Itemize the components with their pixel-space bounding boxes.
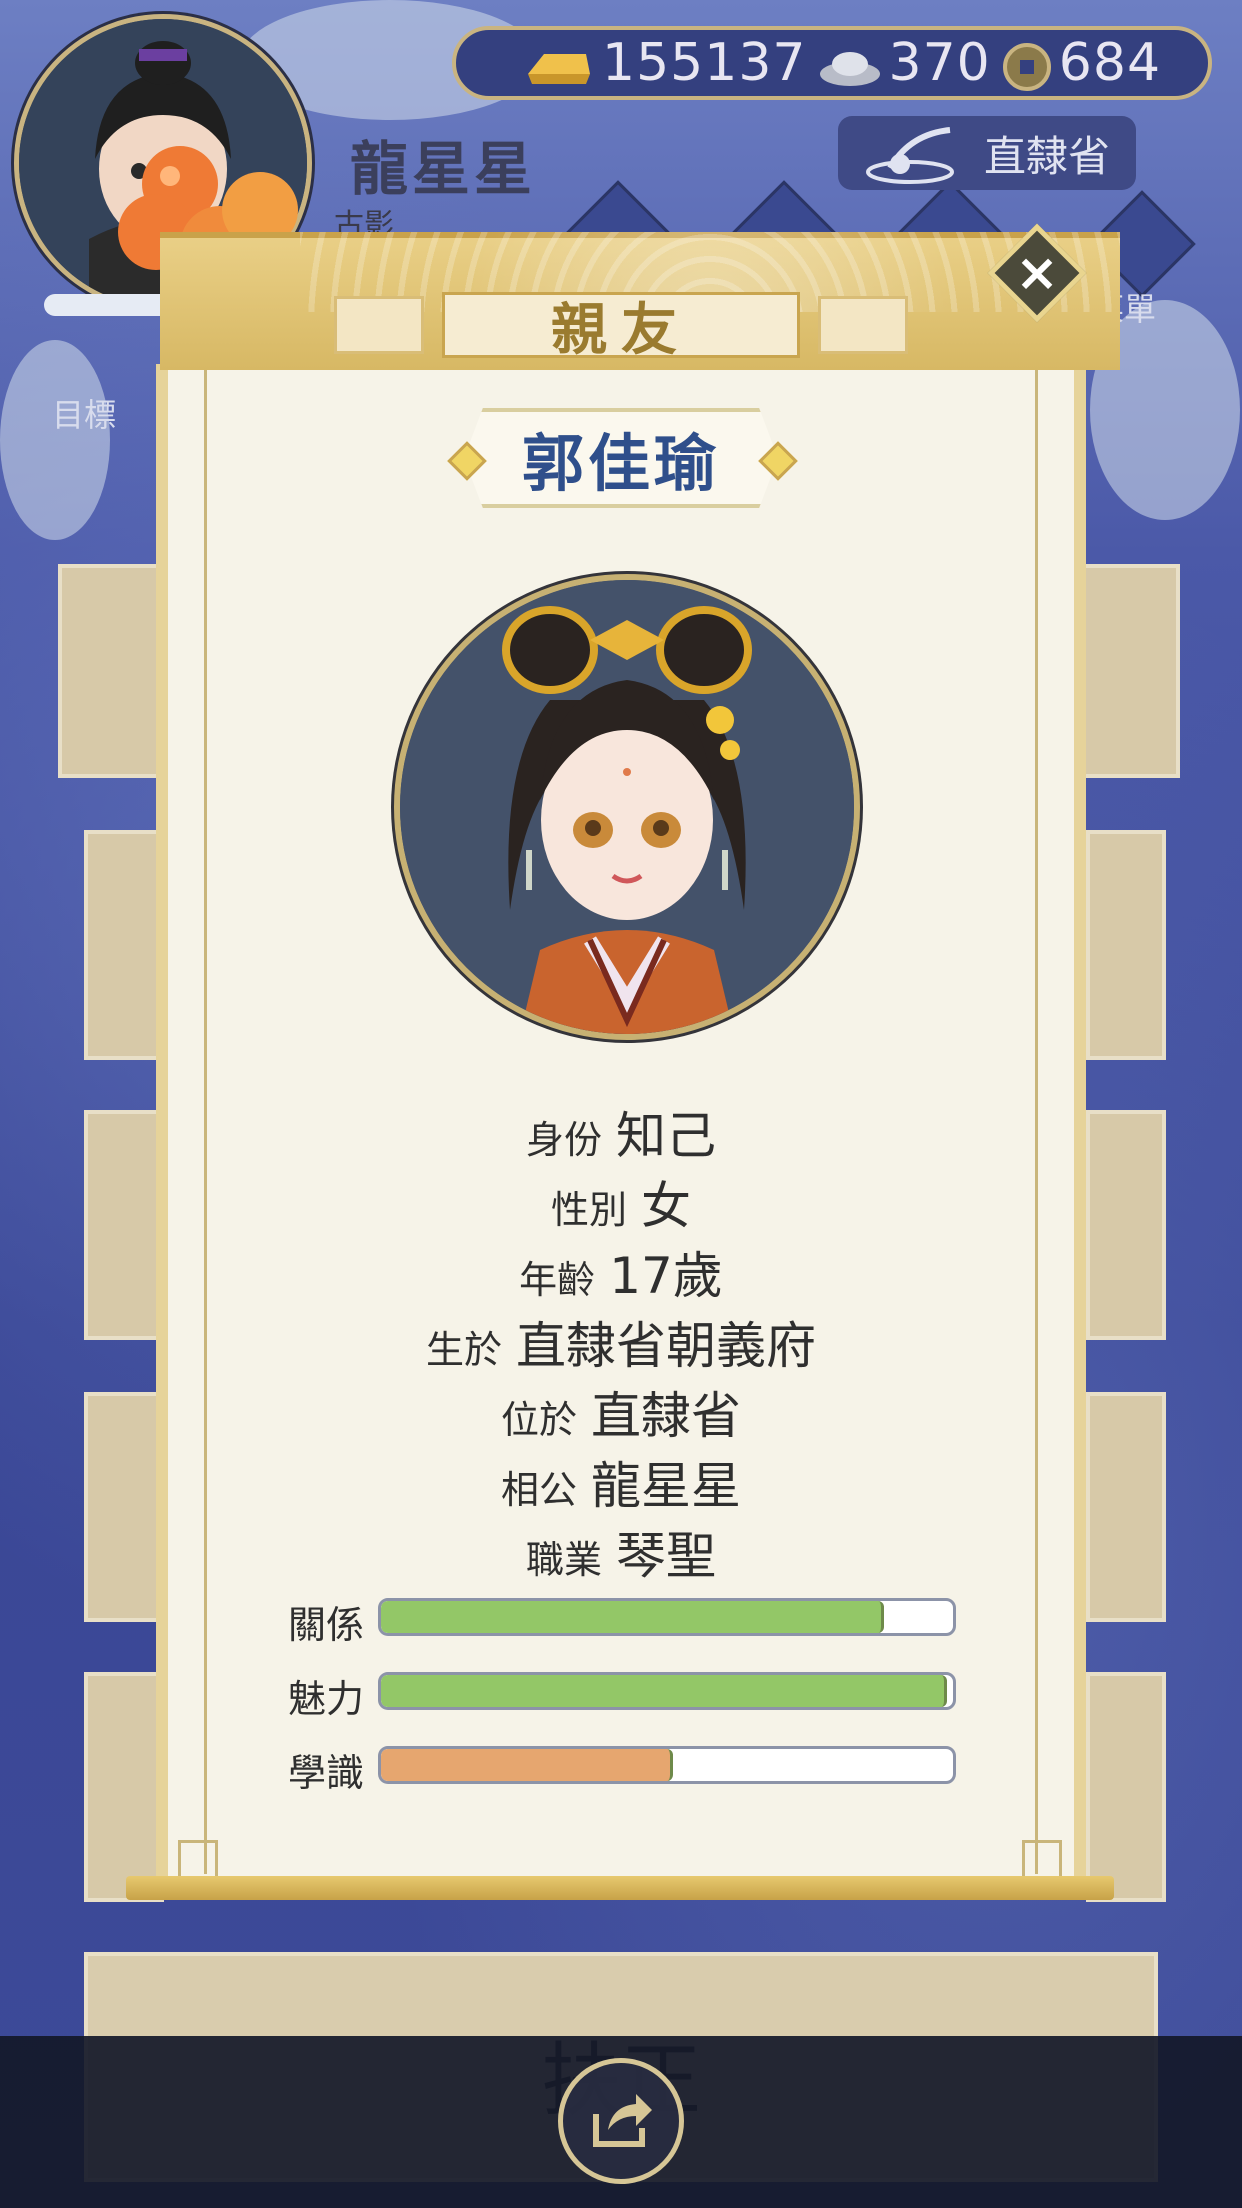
charm-bar-fill [381,1675,948,1707]
info-value: 直隸省 [591,1387,741,1445]
stat-label-relationship: 關係 [288,1603,365,1647]
info-value: 龍星星 [591,1457,741,1515]
location-button[interactable]: 直隸省 [838,116,1136,190]
seal-stamp-icon [860,124,960,194]
silver-ingot-icon [817,41,883,86]
charm-bar [378,1672,956,1710]
info-label: 相公 [500,1468,577,1512]
coin-amount: 684 [1058,33,1162,93]
goal-label[interactable]: 目標 [52,390,116,436]
relationship-bar-fill [381,1601,885,1633]
share-button[interactable] [558,2058,684,2184]
title-side-panel [334,296,424,354]
knowledge-bar-fill [381,1749,673,1781]
character-portrait-icon [400,580,854,1034]
background-card [1086,830,1166,1060]
info-row-husband: 相公 龍星星 [0,1446,1242,1518]
info-label: 位於 [500,1398,577,1442]
gold-amount: 155137 [602,33,807,93]
background-card [1072,564,1180,778]
copper-coin-icon [1001,41,1053,91]
info-value: 直隸省朝義府 [516,1317,816,1375]
info-row-identity: 身份 知己 [0,1096,1242,1168]
currency-bar: 155137 370 684 [452,26,1212,100]
info-value: 知己 [616,1107,716,1165]
character-portrait [394,574,860,1040]
character-name: 郭佳瑜 [464,408,778,508]
relationship-bar [378,1598,956,1636]
knowledge-bar [378,1746,956,1784]
background-card [1086,1672,1166,1902]
stat-label-charm: 魅力 [288,1677,365,1721]
info-row-age: 年齡 17歲 [0,1236,1242,1308]
location-label: 直隸省 [983,131,1110,181]
modal-bottom-rod [126,1876,1114,1900]
title-side-panel [818,296,908,354]
info-row-birthplace: 生於 直隸省朝義府 [0,1306,1242,1378]
gold-bar-icon [520,41,596,85]
share-icon [586,2084,656,2158]
info-row-gender: 性別女 [0,1166,1242,1238]
corner-ornament [1022,1840,1062,1880]
background-card [84,830,164,1060]
corner-ornament [178,1840,218,1880]
info-row-occupation: 職業 琴聖 [0,1516,1242,1588]
player-name: 龍星星 [350,135,537,203]
info-row-location: 位於 直隸省 [0,1376,1242,1448]
info-value: 17歲 [609,1247,723,1305]
background-card [84,1672,164,1902]
info-label: 年齡 [519,1258,596,1302]
info-value: 女 [641,1177,691,1235]
info-label: 身份 [525,1118,602,1162]
info-label: 生於 [425,1328,502,1372]
cloud-decoration [0,340,110,540]
close-icon[interactable]: × [1002,238,1072,308]
info-label: 職業 [525,1538,602,1582]
modal-title: 親友 [442,292,800,363]
info-label: 性別 [550,1188,627,1232]
silver-amount: 370 [888,33,991,93]
background-card [58,564,166,778]
stat-label-knowledge: 學識 [288,1751,365,1795]
info-value: 琴聖 [616,1527,716,1585]
